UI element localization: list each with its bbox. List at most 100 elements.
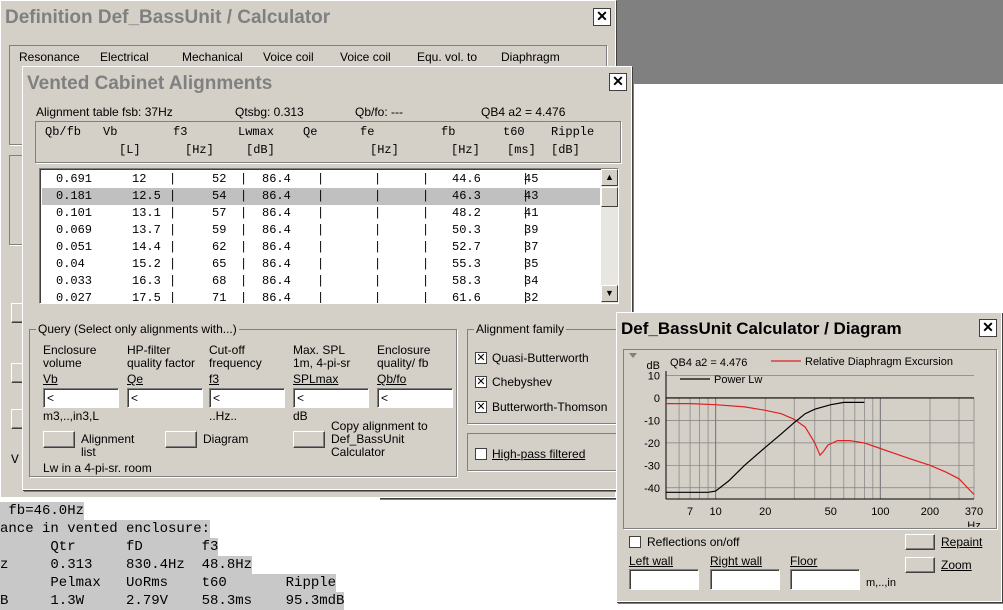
- table-cell: 68: [212, 274, 227, 288]
- table-cell: 86.4: [262, 189, 291, 203]
- column-header: Vb: [103, 125, 118, 139]
- calculator-title-bar[interactable]: Definition Def_BassUnit / Calculator: [3, 3, 613, 33]
- column-separator: |: [317, 257, 325, 271]
- repaint-button[interactable]: [905, 534, 935, 550]
- left-wall-label: Left wall: [629, 554, 674, 568]
- right-wall-input[interactable]: [710, 569, 780, 590]
- table-cell: 54: [212, 189, 227, 203]
- query-input[interactable]: <: [377, 388, 453, 408]
- highpass-checkbox[interactable]: [475, 448, 487, 460]
- floor-input[interactable]: [790, 569, 860, 590]
- table-cell: 12.5: [132, 189, 161, 203]
- column-header: Ripple: [551, 125, 595, 139]
- x-tick-label: 50: [825, 506, 837, 518]
- diagram-label: Diagram: [203, 432, 249, 446]
- table-cell: 48.2: [452, 206, 481, 220]
- left-wall-input[interactable]: [629, 569, 699, 590]
- query-label-line2: quality/ fb: [377, 356, 429, 370]
- query-key-label: SPLmax: [293, 372, 339, 386]
- table-row[interactable]: 0.04 15.2 65 86.4 55.3 35 | | | | | |: [42, 256, 600, 273]
- reflections-label: Reflections on/off: [647, 535, 740, 549]
- quasi-butterworth-checkbox[interactable]: ✕: [475, 352, 487, 364]
- column-header: Qe: [303, 125, 318, 139]
- column-separator: |: [522, 257, 530, 271]
- table-cell: 86.4: [262, 274, 291, 288]
- column-separator: |: [522, 189, 530, 203]
- table-cell: 0.04: [56, 257, 85, 271]
- query-key-label: Vb: [43, 372, 58, 386]
- scroll-down-icon[interactable]: ▼: [601, 285, 618, 302]
- table-row[interactable]: 0.033 16.3 68 86.4 58.3 34 | | | | | |: [42, 273, 600, 290]
- table-scrollbar[interactable]: ▲ ▼: [601, 169, 618, 303]
- table-row[interactable]: 0.027 17.5 71 86.4 61.6 32 | | | | | |: [42, 290, 600, 304]
- diagram-close-icon[interactable]: ✕: [979, 319, 997, 337]
- table-cell: 52: [212, 172, 227, 186]
- query-input[interactable]: <: [209, 388, 285, 408]
- table-cell: 0.027: [56, 291, 93, 304]
- query-input[interactable]: <: [43, 388, 119, 408]
- y-tick-label: 0: [654, 393, 660, 405]
- table-cell: 57: [212, 206, 227, 220]
- query-unit-label: m3,..,in3,L: [43, 409, 100, 423]
- chebyshev-checkbox[interactable]: ✕: [475, 376, 487, 388]
- column-separator: |: [374, 274, 382, 288]
- table-cell: 44.6: [452, 172, 481, 186]
- column-separator: |: [169, 223, 177, 237]
- copy-alignment-button[interactable]: [293, 431, 325, 448]
- alignments-title-bar[interactable]: Vented Cabinet Alignments: [25, 69, 629, 99]
- column-separator: |: [374, 257, 382, 271]
- table-row[interactable]: 0.069 13.7 59 86.4 50.3 39 | | | | | |: [42, 222, 600, 239]
- table-row[interactable]: 0.101 13.1 57 86.4 48.2 41 | | | | | |: [42, 205, 600, 222]
- output-line: Qtr fD f3: [0, 538, 219, 556]
- table-row[interactable]: 0.691 12 52 86.4 44.6 45 | | | | | |: [42, 171, 600, 188]
- query-input[interactable]: <: [293, 388, 369, 408]
- column-unit: [Hz]: [451, 143, 480, 157]
- alignment-family-title: Alignment family: [474, 322, 567, 336]
- column-separator: |: [240, 223, 248, 237]
- reflections-checkbox[interactable]: [629, 536, 641, 548]
- column-separator: |: [522, 206, 530, 220]
- tab-equ-vol[interactable]: Equ. vol. to: [417, 51, 477, 64]
- diagram-title-bar[interactable]: Def_BassUnit Calculator / Diagram: [619, 315, 999, 345]
- query-label-line2: volume: [43, 356, 82, 370]
- tab-diaphragm[interactable]: Diaphragm: [501, 51, 560, 64]
- column-separator: |: [240, 291, 248, 304]
- tab-electrical[interactable]: Electrical: [100, 51, 149, 64]
- query-input[interactable]: <: [127, 388, 203, 408]
- diagram-title: Def_BassUnit Calculator / Diagram: [621, 319, 902, 338]
- output-line: B 1.3W 2.79V 58.3ms 95.3mdB: [0, 592, 345, 610]
- zoom-button[interactable]: [905, 557, 935, 573]
- alignment-table[interactable]: 0.691 12 52 86.4 44.6 45 | | | | | | 0.181 12.5 54 86.4…: [39, 168, 619, 304]
- table-cell: 86.4: [262, 240, 291, 254]
- table-row[interactable]: 0.181 12.5 54 86.4 46.3 43 | | | | | |: [42, 188, 600, 205]
- table-cell: 59: [212, 223, 227, 237]
- y-tick-label: -10: [644, 415, 660, 427]
- tab-mechanical[interactable]: Mechanical: [182, 51, 243, 64]
- qbfo-label: Qb/fo: ---: [355, 105, 404, 119]
- butterworth-thomson-checkbox[interactable]: ✕: [475, 401, 487, 413]
- column-unit: [dB]: [246, 143, 275, 157]
- column-header: f3: [173, 125, 188, 139]
- table-row[interactable]: 0.051 14.4 62 86.4 52.7 37 | | | | | |: [42, 239, 600, 256]
- alignment-list-button[interactable]: [43, 431, 75, 448]
- right-wall-label: Right wall: [710, 554, 763, 568]
- column-separator: |: [317, 206, 325, 220]
- diagram-window: Def_BassUnit Calculator / Diagram ✕ 10 0-…: [616, 312, 1002, 602]
- diagram-button[interactable]: [165, 431, 197, 448]
- scroll-up-icon[interactable]: ▲: [601, 169, 618, 186]
- column-separator: |: [374, 240, 382, 254]
- table-cell: 86.4: [262, 223, 291, 237]
- column-separator: |: [169, 257, 177, 271]
- tab-voice-coil-1[interactable]: Voice coil: [263, 51, 314, 64]
- qb4-label: QB4 a2 = 4.476: [481, 105, 566, 119]
- tab-voice-coil-2[interactable]: Voice coil: [340, 51, 391, 64]
- alignments-close-icon[interactable]: ✕: [609, 73, 627, 91]
- calculator-close-icon[interactable]: ✕: [593, 8, 611, 26]
- table-cell: 13.1: [132, 206, 161, 220]
- column-separator: |: [317, 274, 325, 288]
- column-separator: |: [240, 189, 248, 203]
- tab-resonance[interactable]: Resonance: [19, 51, 80, 64]
- table-cell: 46.3: [452, 189, 481, 203]
- scroll-thumb[interactable]: [601, 187, 618, 207]
- column-separator: |: [422, 172, 430, 186]
